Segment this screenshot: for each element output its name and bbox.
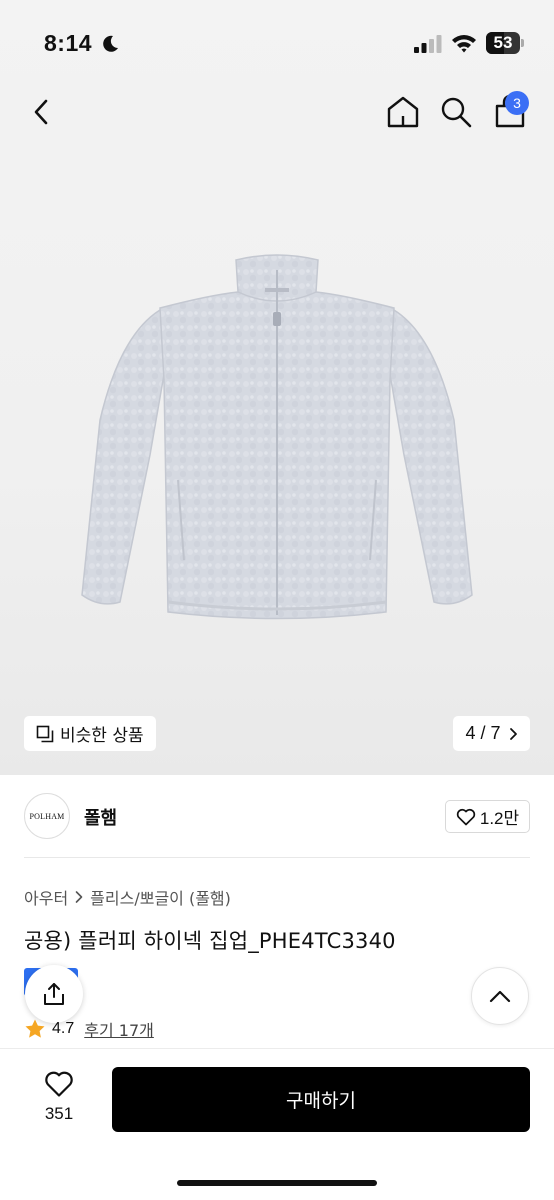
brand-like-button[interactable]: 1.2만 (445, 800, 530, 833)
share-button[interactable] (25, 965, 83, 1023)
battery-level: 53 (493, 33, 513, 52)
chevron-right-icon (509, 727, 517, 740)
breadcrumb-item[interactable]: 플리스/뽀글이 (폴햄) (90, 885, 231, 909)
star-icon (25, 1019, 45, 1038)
scroll-to-top-button[interactable] (471, 967, 529, 1025)
chevron-right-icon (75, 891, 83, 903)
buy-button[interactable]: 구매하기 (112, 1067, 530, 1132)
breadcrumb-item[interactable]: 아우터 (24, 885, 68, 909)
brand-name[interactable]: 폴햄 (84, 804, 117, 830)
battery-cap (521, 39, 524, 47)
wifi-icon (452, 35, 476, 53)
search-icon[interactable] (438, 94, 474, 130)
back-chevron-icon[interactable] (26, 96, 58, 128)
image-counter-text: 4 / 7 (465, 723, 501, 743)
breadcrumb: 아우터 플리스/뽀글이 (폴햄) (24, 885, 231, 909)
wishlist-count: 351 (44, 1104, 74, 1123)
battery-body: 53 (486, 32, 520, 54)
moon-icon (103, 35, 118, 52)
review-link[interactable]: 후기 17개 (84, 1017, 154, 1041)
similar-items-icon (36, 725, 54, 742)
similar-products-button[interactable]: 비슷한 상품 (24, 716, 156, 751)
image-counter-button[interactable]: 4 / 7 (453, 716, 530, 751)
cart-count-badge[interactable]: 3 (505, 91, 529, 115)
product-title: 공용) 플러피 하이넥 집업_PHE4TC3340 (24, 929, 396, 953)
brand-like-count: 1.2만 (479, 809, 520, 828)
rating-score: 4.7 (52, 1020, 75, 1037)
home-icon[interactable] (385, 94, 421, 130)
cellular-signal-icon (414, 35, 442, 53)
share-icon (44, 983, 64, 1005)
chevron-up-icon (489, 990, 511, 1003)
divider (24, 857, 530, 858)
heart-icon (456, 808, 476, 825)
similar-products-label: 비슷한 상품 (60, 726, 144, 746)
battery-icon: 53 (486, 32, 524, 54)
product-image[interactable] (60, 240, 494, 630)
heart-icon[interactable] (44, 1070, 74, 1098)
home-indicator[interactable] (177, 1180, 377, 1186)
rating-row: 4.7 후기 17개 (24, 1017, 154, 1041)
brand-logo-text: POLHAM (29, 811, 65, 821)
buy-button-label: 구매하기 (286, 1090, 356, 1112)
status-time: 8:14 (44, 30, 93, 56)
brand-logo[interactable]: POLHAM (24, 793, 70, 839)
